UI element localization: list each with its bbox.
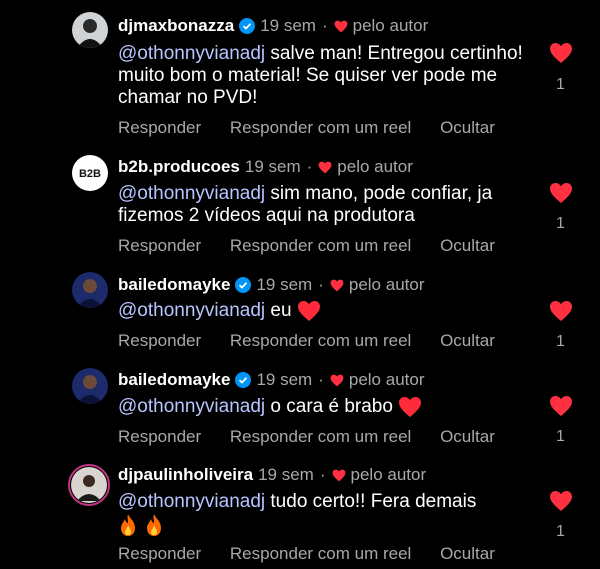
username[interactable]: b2b.producoes <box>118 157 240 177</box>
red-heart-emoji-icon <box>399 397 422 417</box>
hide-button[interactable]: Ocultar <box>440 544 495 563</box>
comment-actions: Responder Responder com um reel Ocultar <box>118 331 519 351</box>
liked-by-author-label: pelo autor <box>348 370 425 389</box>
reply-with-reel-button[interactable]: Responder com um reel <box>230 236 411 255</box>
comment-actions: Responder Responder com um reel Ocultar <box>118 118 519 138</box>
like-heart-icon[interactable] <box>549 395 573 417</box>
liked-by-author-label: pelo autor <box>348 275 425 294</box>
username[interactable]: djpaulinholiveira <box>118 465 253 485</box>
comment-text: @othonnyvianadj eu <box>118 300 538 322</box>
like-heart-icon[interactable] <box>549 182 573 204</box>
comment-text: @othonnyvianadj tudo certo!! Fera demais <box>118 491 538 537</box>
liked-by-author-label: pelo autor <box>350 465 427 484</box>
reply-with-reel-button[interactable]: Responder com um reel <box>230 544 411 563</box>
separator-dot: · <box>319 465 326 484</box>
liked-by-author-heart-icon <box>318 161 332 173</box>
verified-badge-icon <box>235 277 252 293</box>
reply-with-reel-button[interactable]: Responder com um reel <box>230 331 411 350</box>
like-heart-icon[interactable] <box>549 42 573 64</box>
avatar-logo-text: B2B <box>79 168 101 180</box>
reply-button[interactable]: Responder <box>118 427 201 446</box>
verified-badge-icon <box>235 372 252 388</box>
comment-text: @othonnyvianadj salve man! Entregou cert… <box>118 43 538 109</box>
avatar[interactable] <box>72 368 108 404</box>
verified-badge-icon <box>239 18 256 34</box>
liked-by-author-heart-icon <box>330 279 344 291</box>
separator-dot: · <box>318 370 324 389</box>
reply-button[interactable]: Responder <box>118 544 201 563</box>
liked-by-author-heart-icon <box>332 469 345 481</box>
like-count: 1 <box>556 76 565 93</box>
like-count: 1 <box>556 215 565 232</box>
timestamp: 19 sem <box>260 16 316 35</box>
comment-body: eu <box>265 300 292 322</box>
liked-by-author-heart-icon <box>330 374 344 386</box>
fire-emoji-icon <box>147 514 161 536</box>
comment-actions: Responder Responder com um reel Ocultar <box>118 427 519 447</box>
avatar[interactable] <box>68 464 110 506</box>
like-heart-icon[interactable] <box>549 300 573 322</box>
username[interactable]: bailedomayke <box>118 275 230 295</box>
hide-button[interactable]: Ocultar <box>440 118 495 137</box>
timestamp: 19 sem <box>256 275 313 294</box>
timestamp: 19 sem <box>244 157 301 176</box>
username[interactable]: bailedomayke <box>118 370 230 390</box>
mention-link[interactable]: @othonnyvianadj <box>118 396 265 417</box>
timestamp: 19 sem <box>256 370 313 389</box>
separator-dot: · <box>318 275 324 294</box>
reply-button[interactable]: Responder <box>118 118 201 137</box>
username[interactable]: djmaxbonazza <box>118 16 234 36</box>
liked-by-author-heart-icon <box>334 20 348 32</box>
liked-by-author-label: pelo autor <box>337 157 413 176</box>
comment-text: @othonnyvianadj sim mano, pode confiar, … <box>118 183 538 227</box>
avatar[interactable] <box>72 272 108 308</box>
hide-button[interactable]: Ocultar <box>440 427 495 446</box>
like-count: 1 <box>556 333 565 350</box>
comment-body: tudo certo!! Fera demais <box>265 491 477 512</box>
like-count: 1 <box>556 428 565 445</box>
mention-link[interactable]: @othonnyvianadj <box>118 300 265 321</box>
reply-with-reel-button[interactable]: Responder com um reel <box>230 427 411 446</box>
liked-by-author-label: pelo autor <box>352 16 429 35</box>
like-heart-icon[interactable] <box>549 490 573 512</box>
comment-actions: Responder Responder com um reel Ocultar <box>118 236 519 256</box>
mention-link[interactable]: @othonnyvianadj <box>118 491 265 512</box>
comment-body: o cara é brabo <box>265 396 393 418</box>
fire-emoji-icon <box>121 514 135 536</box>
avatar[interactable]: B2B <box>72 155 108 191</box>
mention-link[interactable]: @othonnyvianadj <box>118 43 265 64</box>
mention-link[interactable]: @othonnyvianadj <box>118 183 265 204</box>
timestamp: 19 sem <box>258 465 314 484</box>
reply-button[interactable]: Responder <box>118 331 201 350</box>
comment-text: @othonnyvianadj o cara é brabo <box>118 396 538 418</box>
like-count: 1 <box>556 523 565 540</box>
separator-dot: · <box>306 157 313 176</box>
red-heart-emoji-icon <box>297 301 320 321</box>
reply-button[interactable]: Responder <box>118 236 201 255</box>
avatar[interactable] <box>72 12 108 48</box>
comment-actions: Responder Responder com um reel Ocultar <box>118 544 519 564</box>
hide-button[interactable]: Ocultar <box>440 331 495 350</box>
separator-dot: · <box>321 16 328 35</box>
hide-button[interactable]: Ocultar <box>440 236 495 255</box>
reply-with-reel-button[interactable]: Responder com um reel <box>230 118 411 137</box>
